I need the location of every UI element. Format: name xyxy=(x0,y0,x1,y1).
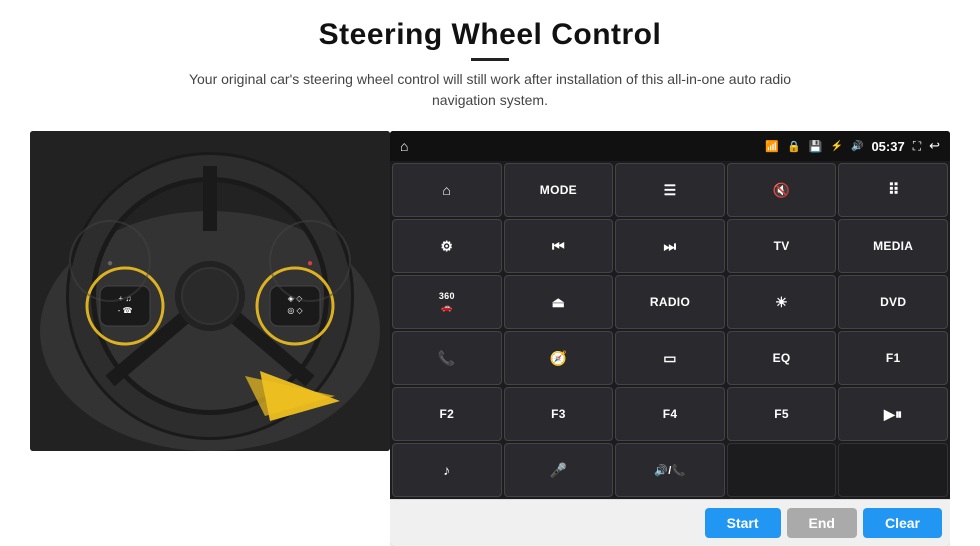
title-divider xyxy=(471,58,509,61)
status-right: 📶 🔒 💾 ⚡ 🔊 05:37 ⛶ ↩ xyxy=(765,138,940,154)
cam-360-icon: 360 🚗 xyxy=(439,291,455,313)
vol-icon: 🔊 xyxy=(851,141,863,152)
svg-text:●: ● xyxy=(107,258,113,269)
clear-button[interactable]: Clear xyxy=(863,508,942,538)
mirror-icon: ▭ xyxy=(663,350,677,367)
play-pause-icon: ▶⏸ xyxy=(884,406,902,423)
eject-icon: ⏏ xyxy=(552,294,566,311)
phone-icon: 📞 xyxy=(438,350,456,367)
btn-phone[interactable]: 📞 xyxy=(392,331,502,385)
status-bar: ⌂ 📶 🔒 💾 ⚡ 🔊 05:37 ⛶ ↩ xyxy=(390,131,950,161)
page-title: Steering Wheel Control xyxy=(170,18,810,52)
btn-f5[interactable]: F5 xyxy=(727,387,837,441)
page-wrapper: Steering Wheel Control Your original car… xyxy=(0,0,980,546)
btn-f2[interactable]: F2 xyxy=(392,387,502,441)
vol-mute-icon: 🔇 xyxy=(773,182,791,199)
subtitle: Your original car's steering wheel contr… xyxy=(170,69,810,111)
prev-icon: ⏮ xyxy=(552,238,565,255)
mic-icon: 🎤 xyxy=(550,462,568,479)
title-section: Steering Wheel Control Your original car… xyxy=(170,18,810,123)
btn-f3[interactable]: F3 xyxy=(504,387,614,441)
btn-apps[interactable]: ⠿ xyxy=(838,163,948,217)
btn-f4[interactable]: F4 xyxy=(615,387,725,441)
btn-media[interactable]: MEDIA xyxy=(838,219,948,273)
wifi-icon: 📶 xyxy=(765,140,779,153)
svg-text:◎ ◇: ◎ ◇ xyxy=(287,306,303,315)
btn-f1[interactable]: F1 xyxy=(838,331,948,385)
fullscreen-icon: ⛶ xyxy=(913,139,921,154)
steering-wheel-image: + ♫ - ☎ ◈ ◇ ◎ ◇ ● ● xyxy=(30,131,390,451)
vol-phone-icon: 🔊/📞 xyxy=(654,464,685,477)
btn-music[interactable]: ♪ xyxy=(392,443,502,497)
btn-empty2 xyxy=(838,443,948,497)
navi-icon: 🧭 xyxy=(550,350,568,367)
btn-next[interactable]: ⏭ xyxy=(615,219,725,273)
btn-prev[interactable]: ⏮ xyxy=(504,219,614,273)
btn-home[interactable]: ⌂ xyxy=(392,163,502,217)
status-left: ⌂ xyxy=(400,138,408,154)
list-icon: ☰ xyxy=(664,182,677,199)
btn-eject[interactable]: ⏏ xyxy=(504,275,614,329)
btn-eq[interactable]: EQ xyxy=(727,331,837,385)
sd-icon: 💾 xyxy=(809,140,823,153)
btn-mirror[interactable]: ▭ xyxy=(615,331,725,385)
btn-play-pause[interactable]: ▶⏸ xyxy=(838,387,948,441)
music-icon: ♪ xyxy=(443,462,450,478)
settings-icon: ⚙ xyxy=(440,238,453,255)
brightness-icon: ☀ xyxy=(775,294,788,311)
lock-icon: 🔒 xyxy=(787,140,801,153)
svg-text:- ☎: - ☎ xyxy=(118,306,133,315)
status-time: 05:37 xyxy=(871,139,904,154)
home-status-icon: ⌂ xyxy=(400,138,408,154)
btn-brightness[interactable]: ☀ xyxy=(727,275,837,329)
svg-text:●: ● xyxy=(307,258,313,269)
back-icon: ↩ xyxy=(929,138,940,154)
radio-ui-panel: ⌂ 📶 🔒 💾 ⚡ 🔊 05:37 ⛶ ↩ ⌂ xyxy=(390,131,950,546)
btn-list[interactable]: ☰ xyxy=(615,163,725,217)
btn-vol-phone[interactable]: 🔊/📞 xyxy=(615,443,725,497)
btn-mic[interactable]: 🎤 xyxy=(504,443,614,497)
btn-settings[interactable]: ⚙ xyxy=(392,219,502,273)
start-button[interactable]: Start xyxy=(705,508,781,538)
btn-vol-mute[interactable]: 🔇 xyxy=(727,163,837,217)
apps-icon: ⠿ xyxy=(888,180,899,200)
bottom-action-bar: Start End Clear xyxy=(390,499,950,546)
btn-tv[interactable]: TV xyxy=(727,219,837,273)
btn-empty1 xyxy=(727,443,837,497)
end-button[interactable]: End xyxy=(787,508,857,538)
next-icon: ⏭ xyxy=(664,238,677,255)
content-row: + ♫ - ☎ ◈ ◇ ◎ ◇ ● ● xyxy=(30,131,950,546)
btn-navi[interactable]: 🧭 xyxy=(504,331,614,385)
btn-radio[interactable]: RADIO xyxy=(615,275,725,329)
button-grid: ⌂ MODE ☰ 🔇 ⠿ ⚙ ⏮ xyxy=(390,161,950,499)
btn-mode[interactable]: MODE xyxy=(504,163,614,217)
btn-360cam[interactable]: 360 🚗 xyxy=(392,275,502,329)
btn-dvd[interactable]: DVD xyxy=(838,275,948,329)
home-icon: ⌂ xyxy=(442,182,451,198)
bt-icon: ⚡ xyxy=(831,141,843,152)
